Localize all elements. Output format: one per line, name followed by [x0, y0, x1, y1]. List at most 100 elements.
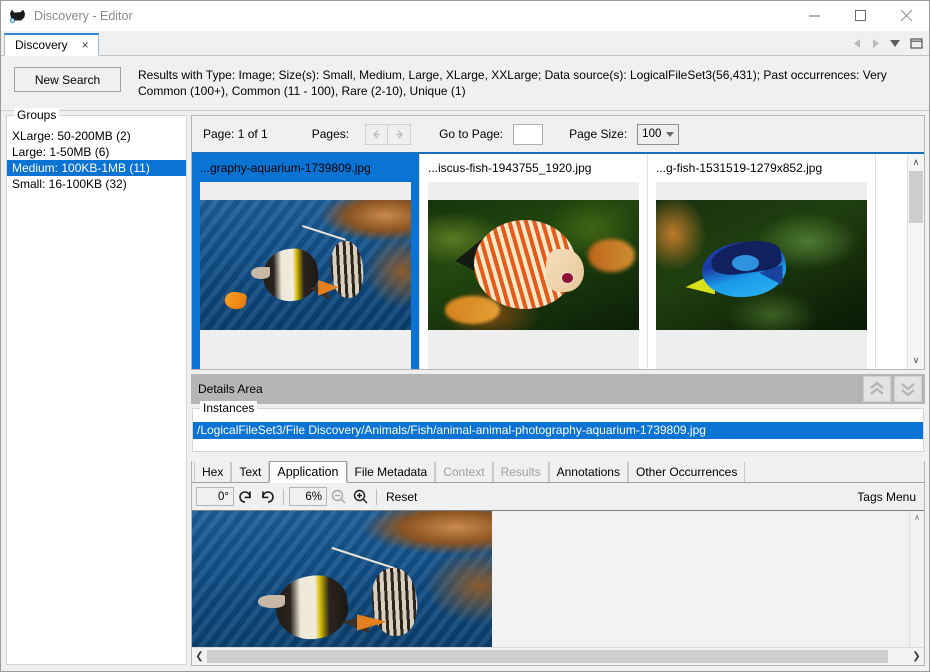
tab-scroll-left-icon[interactable]: [853, 38, 862, 49]
goto-page-label: Go to Page:: [439, 127, 503, 141]
page-size-value: 100: [642, 128, 661, 140]
tab-list-dropdown-icon[interactable]: [889, 39, 901, 48]
file-viewer-panel: Hex Text Application File Metadata Conte…: [191, 461, 925, 666]
tab-discovery-label: Discovery: [15, 38, 68, 52]
groups-pane: Groups XLarge: 50-200MB (2) Large: 1-50M…: [1, 111, 187, 671]
tab-file-metadata[interactable]: File Metadata: [347, 462, 436, 482]
instance-row[interactable]: /LogicalFileSet3/File Discovery/Animals/…: [193, 422, 923, 439]
details-expand-button[interactable]: [894, 376, 922, 402]
thumbnail-scroll-area[interactable]: ...graphy-aquarium-1739809.jpg: [192, 154, 907, 369]
thumbnail-item-tang[interactable]: ...g-fish-1531519-1279x852.jpg: [648, 154, 876, 369]
document-tab-strip: Discovery ×: [1, 31, 929, 56]
zoom-out-icon[interactable]: [327, 486, 349, 508]
thumbnail-footer: [656, 347, 867, 369]
instances-legend: Instances: [200, 401, 257, 415]
thumbnail-filename: ...g-fish-1531519-1279x852.jpg: [656, 161, 867, 180]
tab-scroll-right-icon[interactable]: [871, 38, 880, 49]
window-title: Discovery - Editor: [34, 9, 791, 23]
thumbnail-photo-aquarium: [200, 200, 411, 330]
scroll-track[interactable]: [908, 171, 924, 352]
app-logo-icon: [9, 7, 27, 25]
groups-legend: Groups: [14, 108, 59, 122]
results-panel: Page: 1 of 1 Pages: Go to Page: Page Siz…: [191, 115, 925, 370]
tab-strip-controls: [853, 31, 929, 55]
application-window: Discovery - Editor Discovery ×: [0, 0, 930, 672]
thumbnail-photo-discus: [428, 200, 639, 330]
maximize-button[interactable]: [837, 1, 883, 30]
preview-horizontal-scrollbar[interactable]: ❮ ❯: [192, 647, 924, 665]
chevron-down-icon: [666, 132, 674, 137]
tab-text[interactable]: Text: [231, 462, 269, 482]
page-indicator: Page: 1 of 1: [203, 127, 268, 141]
preview-vertical-scrollbar[interactable]: ∧: [909, 511, 924, 647]
scroll-thumb[interactable]: [909, 171, 923, 223]
scroll-left-icon[interactable]: ❮: [192, 648, 207, 665]
tab-hex[interactable]: Hex: [194, 462, 231, 482]
rotate-clockwise-icon[interactable]: [256, 486, 278, 508]
viewer-tab-bar: Hex Text Application File Metadata Conte…: [192, 461, 924, 483]
groups-groupbox: Groups XLarge: 50-200MB (2) Large: 1-50M…: [6, 115, 187, 665]
pagination-toolbar: Page: 1 of 1 Pages: Go to Page: Page Siz…: [192, 116, 924, 154]
window-controls: [791, 1, 929, 30]
reset-view-button[interactable]: Reset: [386, 490, 417, 504]
tab-application[interactable]: Application: [269, 461, 346, 483]
instances-groupbox: Instances /LogicalFileSet3/File Discover…: [192, 408, 924, 452]
scroll-down-icon[interactable]: ∨: [908, 352, 924, 369]
prev-page-button[interactable]: [365, 124, 388, 145]
title-bar: Discovery - Editor: [1, 1, 929, 31]
thumbnail-footer: [200, 347, 411, 369]
thumbnail-image-box: [200, 182, 411, 347]
rotate-counterclockwise-icon[interactable]: [234, 486, 256, 508]
instances-pane: Instances /LogicalFileSet3/File Discover…: [191, 408, 925, 456]
new-search-button[interactable]: New Search: [14, 67, 121, 92]
scroll-thumb[interactable]: [207, 650, 888, 663]
next-page-button[interactable]: [388, 124, 411, 145]
thumbnail-filename: ...graphy-aquarium-1739809.jpg: [200, 161, 411, 180]
zoom-level-field[interactable]: 6%: [289, 487, 327, 506]
goto-page-input[interactable]: [513, 124, 543, 145]
viewer-toolbar: 0° 6% Reset: [192, 483, 924, 511]
rotation-field[interactable]: 0°: [196, 487, 234, 506]
thumbnail-grid: ...graphy-aquarium-1739809.jpg: [192, 154, 924, 369]
groups-list[interactable]: XLarge: 50-200MB (2) Large: 1-50MB (6) M…: [7, 128, 186, 192]
tab-close-icon[interactable]: ×: [80, 39, 91, 51]
thumbnail-item-aquarium[interactable]: ...graphy-aquarium-1739809.jpg: [192, 154, 420, 369]
main-content: Groups XLarge: 50-200MB (2) Large: 1-50M…: [1, 111, 929, 671]
thumbnail-vertical-scrollbar[interactable]: ∧ ∨: [907, 154, 924, 369]
pages-label: Pages:: [312, 127, 349, 141]
details-area-bar: Details Area: [191, 374, 925, 404]
scroll-up-icon[interactable]: ∧: [910, 511, 924, 524]
image-preview-canvas[interactable]: ∧: [192, 511, 924, 647]
group-item-xlarge[interactable]: XLarge: 50-200MB (2): [7, 128, 186, 144]
thumbnail-image-box: [428, 182, 639, 347]
group-item-medium[interactable]: Medium: 100KB-1MB (11): [7, 160, 186, 176]
group-item-small[interactable]: Small: 16-100KB (32): [7, 176, 186, 192]
search-summary-text: Results with Type: Image; Size(s): Small…: [138, 67, 918, 99]
preview-empty-area: [492, 511, 909, 647]
scroll-up-icon[interactable]: ∧: [908, 154, 924, 171]
details-collapse-button[interactable]: [863, 376, 891, 402]
tab-annotations[interactable]: Annotations: [549, 462, 628, 482]
page-size-label: Page Size:: [569, 127, 627, 141]
thumbnail-filename: ...iscus-fish-1943755_1920.jpg: [428, 161, 639, 180]
tab-other-occurrences[interactable]: Other Occurrences: [628, 462, 745, 482]
tab-discovery[interactable]: Discovery ×: [4, 33, 99, 56]
thumbnail-image-box: [656, 182, 867, 347]
page-size-select[interactable]: 100: [637, 124, 679, 145]
tab-context: Context: [435, 462, 492, 482]
scroll-right-icon[interactable]: ❯: [909, 648, 924, 665]
thumbnail-photo-tang: [656, 200, 867, 330]
preview-photo-aquarium: [192, 511, 492, 647]
thumbnail-footer: [428, 347, 639, 369]
restore-panel-icon[interactable]: [910, 38, 923, 49]
close-button[interactable]: [883, 1, 929, 30]
details-area-title: Details Area: [198, 382, 263, 396]
tags-menu-button[interactable]: Tags Menu: [857, 490, 916, 504]
zoom-in-icon[interactable]: [349, 486, 371, 508]
scroll-track[interactable]: [207, 650, 909, 663]
thumbnail-item-discus[interactable]: ...iscus-fish-1943755_1920.jpg: [420, 154, 648, 369]
minimize-button[interactable]: [791, 1, 837, 30]
results-and-viewer-pane: Page: 1 of 1 Pages: Go to Page: Page Siz…: [191, 111, 929, 671]
search-summary-bar: New Search Results with Type: Image; Siz…: [1, 56, 929, 111]
group-item-large[interactable]: Large: 1-50MB (6): [7, 144, 186, 160]
